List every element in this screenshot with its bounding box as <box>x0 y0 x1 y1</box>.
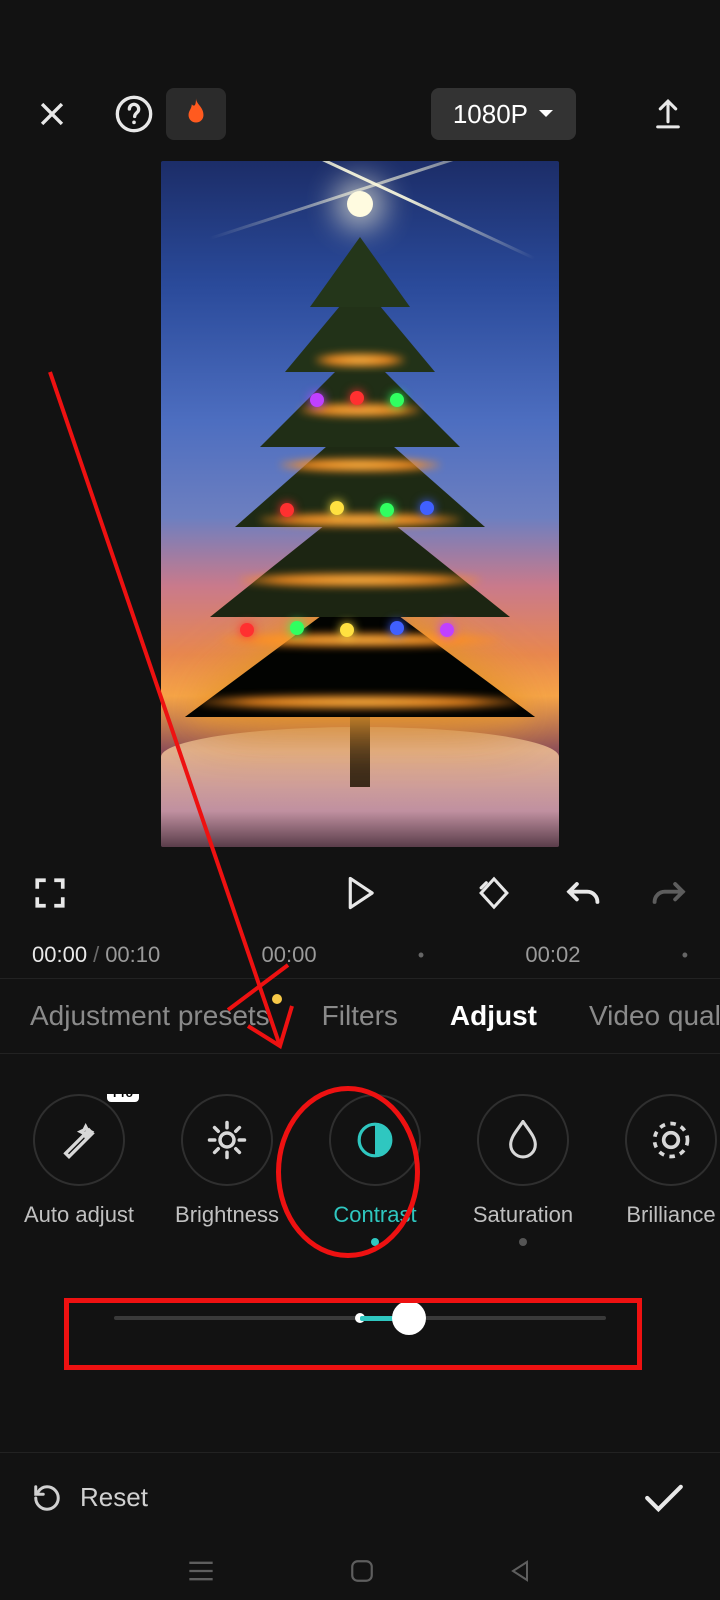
redo-icon[interactable] <box>646 869 694 917</box>
keyframe-icon[interactable] <box>470 869 518 917</box>
adjust-label: Auto adjust <box>24 1202 134 1228</box>
top-bar: 1080P <box>0 74 720 154</box>
sun-icon <box>206 1119 248 1161</box>
adjust-label: Saturation <box>473 1202 573 1228</box>
adjust-label: Contrast <box>333 1202 416 1228</box>
chevron-down-icon <box>538 109 554 119</box>
confirm-icon[interactable] <box>640 1474 688 1522</box>
panel-footer: Reset <box>0 1452 720 1542</box>
tab-adjustment-presets[interactable]: Adjustment presets <box>30 1000 270 1032</box>
undo-icon[interactable] <box>558 869 606 917</box>
adjust-options-row[interactable]: Pro Auto adjust Brightness Contrast <box>0 1094 720 1246</box>
adjust-saturation[interactable]: Saturation <box>468 1094 578 1246</box>
home-icon[interactable] <box>349 1558 375 1584</box>
flame-button[interactable] <box>166 88 226 140</box>
pro-badge: Pro <box>107 1094 139 1102</box>
fullscreen-icon[interactable] <box>26 869 74 917</box>
tab-presets-badge <box>272 994 282 1004</box>
preview-controls <box>0 854 720 932</box>
preview-area <box>0 154 720 854</box>
slider-knob[interactable] <box>392 1301 426 1335</box>
reset-label: Reset <box>80 1482 148 1513</box>
tab-video-quality[interactable]: Video quality <box>589 1000 720 1032</box>
close-icon[interactable] <box>28 90 76 138</box>
droplet-icon <box>507 1120 539 1160</box>
adjust-label: Brilliance <box>626 1202 715 1228</box>
tab-filters[interactable]: Filters <box>322 1000 398 1032</box>
reset-icon <box>32 1483 62 1513</box>
adjust-slider[interactable] <box>64 1290 656 1346</box>
adjust-brilliance[interactable]: Brilliance <box>616 1094 720 1246</box>
time-total: 00:10 <box>105 942 160 968</box>
resolution-selector[interactable]: 1080P <box>431 88 576 140</box>
adjust-tabs: Adjustment presets Filters Adjust Video … <box>0 978 720 1054</box>
adjust-panel: Pro Auto adjust Brightness Contrast <box>0 1054 720 1452</box>
export-icon[interactable] <box>644 90 692 138</box>
video-preview[interactable] <box>161 161 559 847</box>
reset-button[interactable]: Reset <box>32 1482 148 1513</box>
sun-ring-icon <box>649 1118 693 1162</box>
contrast-icon <box>356 1121 394 1159</box>
adjust-brightness[interactable]: Brightness <box>172 1094 282 1246</box>
tab-adjust[interactable]: Adjust <box>450 1000 537 1032</box>
back-icon[interactable] <box>509 1559 533 1583</box>
timeline-bar[interactable]: 00:00 / 00:10 00:00 • 00:02 • <box>0 932 720 978</box>
adjust-contrast[interactable]: Contrast <box>320 1094 430 1246</box>
time-mark: 00:00 <box>262 942 317 968</box>
recents-icon[interactable] <box>187 1560 215 1582</box>
play-icon[interactable] <box>336 869 384 917</box>
adjust-auto[interactable]: Pro Auto adjust <box>24 1094 134 1246</box>
system-nav <box>0 1542 720 1600</box>
adjust-label: Brightness <box>175 1202 279 1228</box>
resolution-label: 1080P <box>453 99 528 130</box>
adjust-active-dot <box>371 1238 379 1246</box>
wand-icon <box>59 1120 99 1160</box>
help-icon[interactable] <box>110 90 158 138</box>
time-mark: 00:02 <box>525 942 580 968</box>
adjust-modified-dot <box>519 1238 527 1246</box>
time-current: 00:00 <box>32 942 87 968</box>
